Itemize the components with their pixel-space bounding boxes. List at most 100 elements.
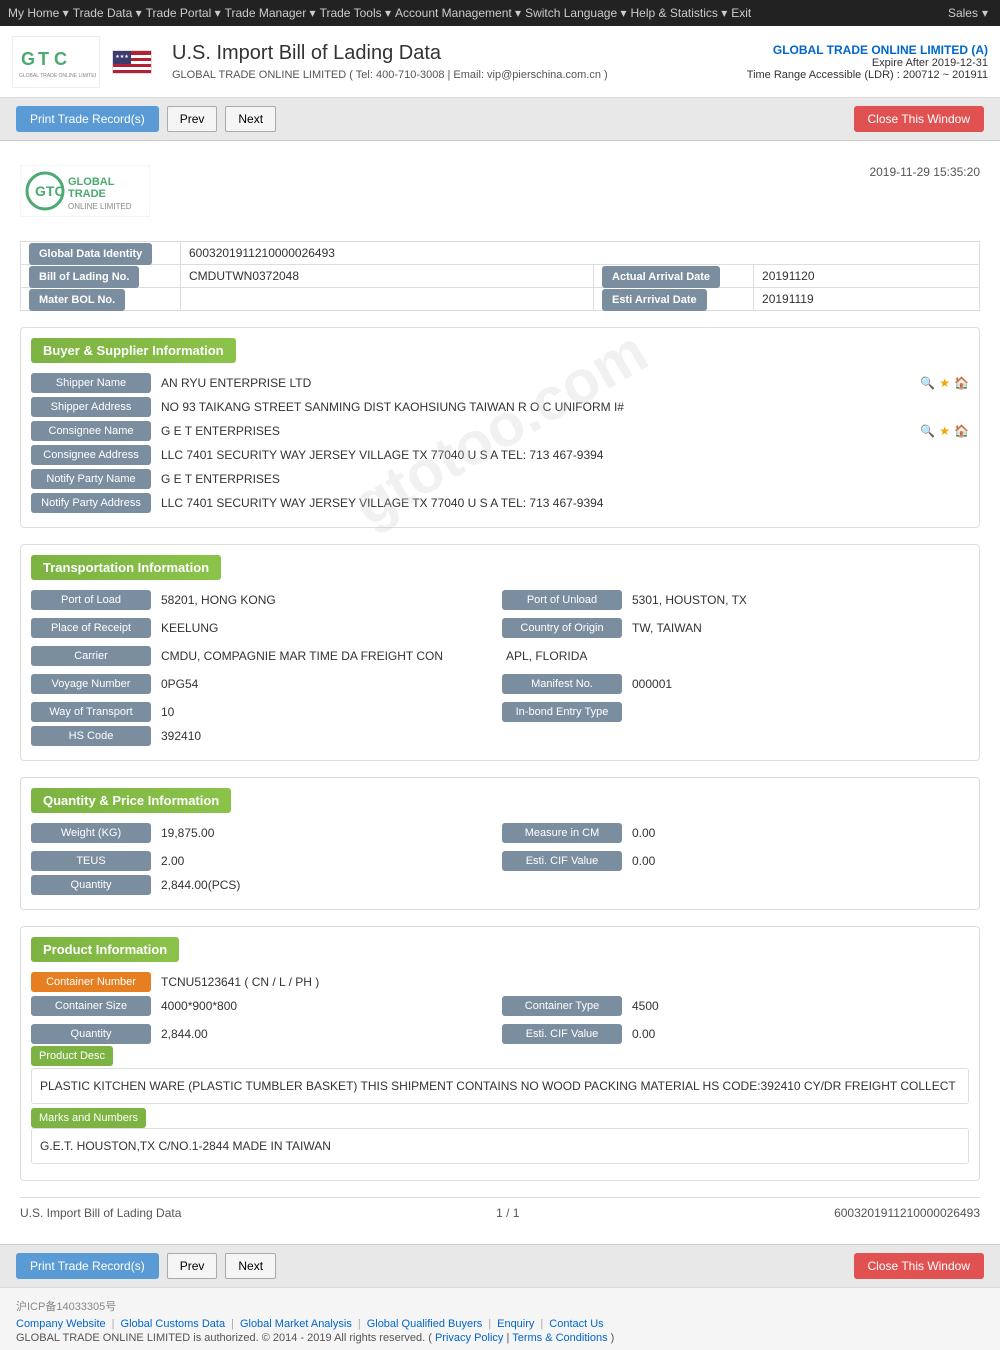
consignee-search-icon[interactable]: 🔍: [920, 424, 935, 438]
consignee-name-value: G E T ENTERPRISES: [157, 422, 914, 440]
product-desc-wrapper: Product Desc: [31, 1048, 969, 1062]
bill-of-lading-value: CMDUTWN0372048: [181, 265, 594, 288]
consignee-star-icon[interactable]: ★: [939, 424, 950, 438]
footer-enquiry[interactable]: Enquiry: [497, 1318, 534, 1330]
product-desc-value: PLASTIC KITCHEN WARE (PLASTIC TUMBLER BA…: [31, 1068, 969, 1104]
footer-global-qualified-buyers[interactable]: Global Qualified Buyers: [367, 1318, 483, 1330]
svg-text:T: T: [38, 49, 49, 69]
doc-id-footer: 6003201911210000026493: [834, 1206, 980, 1220]
carrier-label: Carrier: [31, 646, 151, 666]
header-bar: G T C GLOBAL TRADE ONLINE LIMITED ★★★ U.…: [0, 26, 1000, 98]
page-footer: 沪ICP备14033305号 Company Website | Global …: [0, 1287, 1000, 1350]
notify-party-name-value: G E T ENTERPRISES: [157, 470, 969, 488]
header-company: GLOBAL TRADE ONLINE LIMITED ( Tel: 400-7…: [172, 69, 747, 81]
next-button-top[interactable]: Next: [225, 106, 276, 132]
container-type-value: 4500: [628, 997, 969, 1015]
footer-global-market-analysis[interactable]: Global Market Analysis: [240, 1318, 352, 1330]
svg-text:ONLINE LIMITED: ONLINE LIMITED: [68, 202, 132, 211]
header-right-info: GLOBAL TRADE ONLINE LIMITED (A) Expire A…: [747, 43, 988, 81]
nav-trade-tools[interactable]: Trade Tools ▾: [320, 6, 391, 20]
print-button-top[interactable]: Print Trade Record(s): [16, 106, 159, 132]
port-of-unload-row: Port of Unload 5301, HOUSTON, TX: [502, 590, 969, 610]
print-button-bottom[interactable]: Print Trade Record(s): [16, 1253, 159, 1279]
consignee-name-row: Consignee Name G E T ENTERPRISES 🔍 ★ 🏠: [31, 421, 969, 441]
shipper-home-icon[interactable]: 🏠: [954, 376, 969, 390]
close-button-bottom[interactable]: Close This Window: [854, 1253, 984, 1279]
shipper-address-label: Shipper Address: [31, 397, 151, 417]
port-of-unload-label: Port of Unload: [502, 590, 622, 610]
close-button-top[interactable]: Close This Window: [854, 106, 984, 132]
nav-account-management[interactable]: Account Management ▾: [395, 6, 521, 20]
nav-switch-language[interactable]: Switch Language ▾: [525, 6, 626, 20]
measure-row: Measure in CM 0.00: [502, 823, 969, 843]
prev-button-bottom[interactable]: Prev: [167, 1253, 218, 1279]
svg-text:G: G: [21, 49, 35, 69]
shipper-name-row: Shipper Name AN RYU ENTERPRISE LTD 🔍 ★ 🏠: [31, 373, 969, 393]
buyer-supplier-section-header: Buyer & Supplier Information: [31, 338, 236, 363]
qty-row: Quantity 2,844.00(PCS): [31, 875, 969, 895]
marks-numbers-label: Marks and Numbers: [31, 1108, 146, 1128]
nav-sales[interactable]: Sales: [948, 6, 978, 20]
terms-link[interactable]: Terms & Conditions: [512, 1332, 607, 1344]
measure-label: Measure in CM: [502, 823, 622, 843]
identity-table: Global Data Identity 6003201911210000026…: [20, 241, 980, 311]
manifest-no-value: 000001: [628, 675, 969, 693]
copyright-end: ): [611, 1332, 615, 1344]
consignee-home-icon[interactable]: 🏠: [954, 424, 969, 438]
shipper-star-icon[interactable]: ★: [939, 376, 950, 390]
country-of-origin-label: Country of Origin: [502, 618, 622, 638]
nav-exit[interactable]: Exit: [731, 6, 751, 20]
quantity-price-grid: Weight (KG) 19,875.00 Measure in CM 0.00…: [31, 823, 969, 875]
notify-party-address-value: LLC 7401 SECURITY WAY JERSEY VILLAGE TX …: [157, 494, 969, 512]
main-content: GTC GLOBAL TRADE ONLINE LIMITED 2019-11-…: [0, 141, 1000, 1244]
doc-logo-svg: GTC GLOBAL TRADE ONLINE LIMITED: [20, 165, 150, 217]
footer-links: Company Website | Global Customs Data | …: [16, 1318, 984, 1330]
actual-arrival-date-label: Actual Arrival Date: [602, 266, 720, 288]
footer-left: 沪ICP备14033305号: [16, 1294, 984, 1318]
nav-sales-arrow: ▾: [982, 6, 988, 20]
footer-copyright: GLOBAL TRADE ONLINE LIMITED is authorize…: [16, 1332, 984, 1344]
nav-my-home[interactable]: My Home ▾: [8, 6, 69, 20]
port-of-load-label: Port of Load: [31, 590, 151, 610]
footer-company-website[interactable]: Company Website: [16, 1318, 106, 1330]
container-number-row: Container Number TCNU5123641 ( CN / L / …: [31, 972, 969, 992]
ldr-range: Time Range Accessible (LDR) : 200712 ~ 2…: [747, 69, 988, 81]
privacy-policy-link[interactable]: Privacy Policy: [435, 1332, 503, 1344]
esti-cif-value: 0.00: [628, 852, 969, 870]
footer-global-customs-data[interactable]: Global Customs Data: [121, 1318, 226, 1330]
nav-trade-portal[interactable]: Trade Portal ▾: [146, 6, 221, 20]
inbond-entry-type-row: In-bond Entry Type: [502, 702, 969, 722]
prev-button-top[interactable]: Prev: [167, 106, 218, 132]
bol-arrival-row: Bill of Lading No. CMDUTWN0372048 Actual…: [21, 265, 980, 288]
port-of-unload-value: 5301, HOUSTON, TX: [628, 591, 969, 609]
nav-help-statistics[interactable]: Help & Statistics ▾: [631, 6, 728, 20]
manifest-no-label: Manifest No.: [502, 674, 622, 694]
svg-text:TRADE: TRADE: [68, 188, 106, 200]
global-data-identity-value: 6003201911210000026493: [181, 242, 980, 265]
product-esti-cif-row: Esti. CIF Value 0.00: [502, 1024, 969, 1044]
notify-party-name-label: Notify Party Name: [31, 469, 151, 489]
country-of-origin-value: TW, TAIWAN: [628, 619, 969, 637]
next-button-bottom[interactable]: Next: [225, 1253, 276, 1279]
page-info: 1 / 1: [496, 1206, 519, 1220]
carrier-value: CMDU, COMPAGNIE MAR TIME DA FREIGHT CON: [157, 647, 498, 665]
esti-cif-row: Esti. CIF Value 0.00: [502, 851, 969, 871]
product-qty-label: Quantity: [31, 1024, 151, 1044]
footer-contact-us[interactable]: Contact Us: [549, 1318, 603, 1330]
doc-type-footer: U.S. Import Bill of Lading Data: [20, 1206, 181, 1220]
product-qty-row: Quantity 2,844.00: [31, 1024, 498, 1044]
doc-timestamp: 2019-11-29 15:35:20: [869, 165, 980, 179]
esti-arrival-date-value: 20191119: [754, 288, 980, 311]
carrier-row: Carrier CMDU, COMPAGNIE MAR TIME DA FREI…: [31, 646, 498, 666]
nav-trade-data[interactable]: Trade Data ▾: [73, 6, 142, 20]
shipper-search-icon[interactable]: 🔍: [920, 376, 935, 390]
product-esti-cif-value: 0.00: [628, 1025, 969, 1043]
notify-party-name-row: Notify Party Name G E T ENTERPRISES: [31, 469, 969, 489]
place-of-receipt-row: Place of Receipt KEELUNG: [31, 618, 498, 638]
weight-row: Weight (KG) 19,875.00: [31, 823, 498, 843]
way-of-transport-label: Way of Transport: [31, 702, 151, 722]
carrier-right-value: APL, FLORIDA: [502, 647, 969, 665]
weight-value: 19,875.00: [157, 824, 498, 842]
page-title: U.S. Import Bill of Lading Data: [172, 42, 747, 65]
nav-trade-manager[interactable]: Trade Manager ▾: [225, 6, 316, 20]
